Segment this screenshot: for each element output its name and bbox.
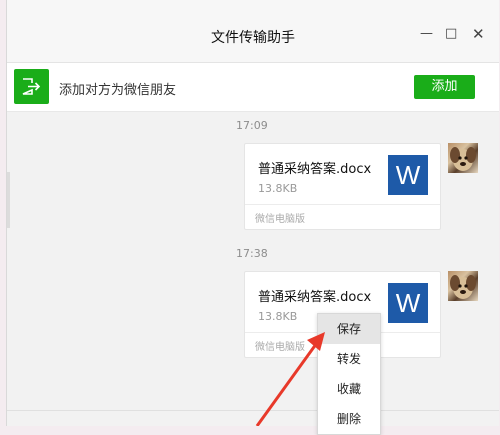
file-name: 普通采纳答案.docx [258, 162, 372, 177]
file-message-card[interactable]: 普通采纳答案.docx 13.8KB W 微信电脑版 [244, 143, 441, 230]
menu-item-forward[interactable]: 转发 [318, 344, 380, 374]
input-toolbar [7, 410, 499, 427]
file-source: 微信电脑版 [255, 214, 305, 225]
word-file-icon: W [388, 155, 428, 195]
message-time: 17:38 [236, 247, 268, 260]
menu-item-save[interactable]: 保存 [318, 314, 380, 344]
message-time: 17:09 [236, 119, 268, 132]
menu-item-favorite[interactable]: 收藏 [318, 374, 380, 404]
card-divider [245, 204, 440, 205]
add-friend-notice: 添加对方为微信朋友 添加 [7, 63, 499, 112]
file-name: 普通采纳答案.docx [258, 290, 372, 305]
maximize-button[interactable]: □ [445, 27, 457, 41]
word-file-icon: W [388, 283, 428, 323]
avatar[interactable] [448, 271, 478, 301]
close-button[interactable]: ✕ [472, 27, 485, 42]
title-bar: 文件传输助手 — □ ✕ [7, 0, 499, 63]
file-size: 13.8KB [258, 182, 298, 195]
notice-text: 添加对方为微信朋友 [59, 83, 177, 98]
file-size: 13.8KB [258, 310, 298, 323]
add-friend-button[interactable]: 添加 [414, 75, 475, 99]
menu-item-delete[interactable]: 删除 [318, 404, 380, 434]
scrollbar[interactable] [7, 172, 10, 228]
minimize-button[interactable]: — [420, 27, 433, 41]
avatar[interactable] [448, 143, 478, 173]
file-source: 微信电脑版 [255, 342, 305, 353]
context-menu: 保存 转发 收藏 删除 [317, 313, 381, 435]
add-friend-icon [14, 69, 49, 104]
chat-window: 文件传输助手 — □ ✕ 添加对方为微信朋友 添加 17:09 普通采纳答案.d… [6, 0, 499, 435]
